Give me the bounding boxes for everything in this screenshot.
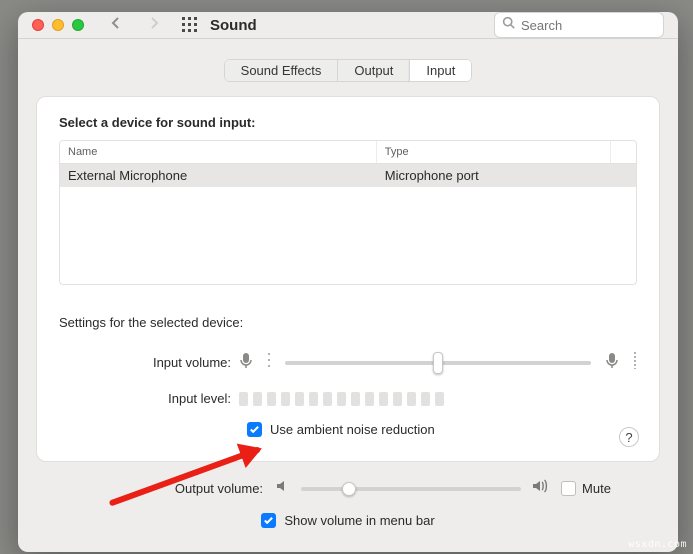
tab-output[interactable]: Output bbox=[337, 59, 410, 82]
tab-label: Input bbox=[426, 63, 455, 78]
zoom-icon[interactable] bbox=[72, 19, 84, 31]
input-volume-row: Input volume: bbox=[59, 350, 637, 375]
mic-loud-icon bbox=[605, 350, 625, 375]
speaker-loud-icon bbox=[531, 478, 551, 499]
table-body: External Microphone Microphone port bbox=[60, 164, 636, 284]
mic-quiet-dots bbox=[267, 351, 271, 374]
table-row[interactable]: External Microphone Microphone port bbox=[60, 164, 636, 187]
content-area: Sound Effects Output Input Select a devi… bbox=[18, 39, 678, 552]
device-type: Microphone port bbox=[377, 164, 636, 187]
search-input[interactable] bbox=[521, 18, 678, 33]
input-level-row: Input level: bbox=[59, 391, 637, 406]
output-volume-label: Output volume: bbox=[85, 481, 265, 496]
col-spacer bbox=[610, 141, 636, 163]
noise-reduction-label: Use ambient noise reduction bbox=[270, 422, 435, 437]
mute-checkbox[interactable] bbox=[561, 481, 576, 496]
slider-thumb[interactable] bbox=[342, 482, 356, 496]
col-type[interactable]: Type bbox=[377, 141, 610, 163]
tab-label: Output bbox=[354, 63, 393, 78]
tabs: Sound Effects Output Input bbox=[36, 59, 660, 82]
nav-buttons bbox=[108, 15, 162, 36]
input-level-label: Input level: bbox=[59, 391, 239, 406]
select-device-heading: Select a device for sound input: bbox=[59, 115, 637, 130]
input-level-meter bbox=[239, 392, 637, 406]
noise-reduction-checkbox[interactable] bbox=[247, 422, 262, 437]
show-volume-checkbox[interactable] bbox=[261, 513, 276, 528]
input-volume-label: Input volume: bbox=[59, 355, 239, 370]
show-volume-row: Show volume in menu bar bbox=[76, 513, 620, 528]
sound-prefs-window: Sound Sound Effects Output Input Select … bbox=[18, 12, 678, 552]
tab-sound-effects[interactable]: Sound Effects bbox=[224, 59, 339, 82]
mic-quiet-icon bbox=[239, 350, 259, 375]
tab-input[interactable]: Input bbox=[409, 59, 472, 82]
close-icon[interactable] bbox=[32, 19, 44, 31]
mute-area: Mute bbox=[561, 481, 611, 496]
forward-button[interactable] bbox=[146, 15, 162, 36]
grid-icon[interactable] bbox=[182, 17, 198, 33]
tab-label: Sound Effects bbox=[241, 63, 322, 78]
col-name[interactable]: Name bbox=[60, 141, 377, 163]
mic-loud-dots bbox=[633, 351, 637, 374]
input-volume-slider[interactable] bbox=[285, 361, 591, 365]
settings-heading: Settings for the selected device: bbox=[59, 315, 637, 330]
table-header: Name Type bbox=[60, 141, 636, 164]
mute-label: Mute bbox=[582, 481, 611, 496]
help-glyph: ? bbox=[625, 430, 632, 445]
back-button[interactable] bbox=[108, 15, 124, 36]
output-volume-slider[interactable] bbox=[301, 487, 521, 491]
search-field[interactable] bbox=[494, 12, 664, 38]
device-table: Name Type External Microphone Microphone… bbox=[59, 140, 637, 285]
window-title: Sound bbox=[210, 17, 257, 34]
help-button[interactable]: ? bbox=[619, 427, 639, 447]
device-name: External Microphone bbox=[60, 164, 377, 187]
slider-thumb[interactable] bbox=[433, 352, 443, 374]
search-icon bbox=[502, 16, 515, 34]
watermark: wsxdn.com bbox=[628, 539, 687, 550]
speaker-quiet-icon bbox=[275, 478, 291, 499]
input-panel: Select a device for sound input: Name Ty… bbox=[36, 96, 660, 462]
show-volume-label: Show volume in menu bar bbox=[284, 513, 434, 528]
titlebar: Sound bbox=[18, 12, 678, 39]
minimize-icon[interactable] bbox=[52, 19, 64, 31]
window-controls bbox=[32, 19, 84, 31]
noise-reduction-row: Use ambient noise reduction bbox=[247, 422, 637, 437]
